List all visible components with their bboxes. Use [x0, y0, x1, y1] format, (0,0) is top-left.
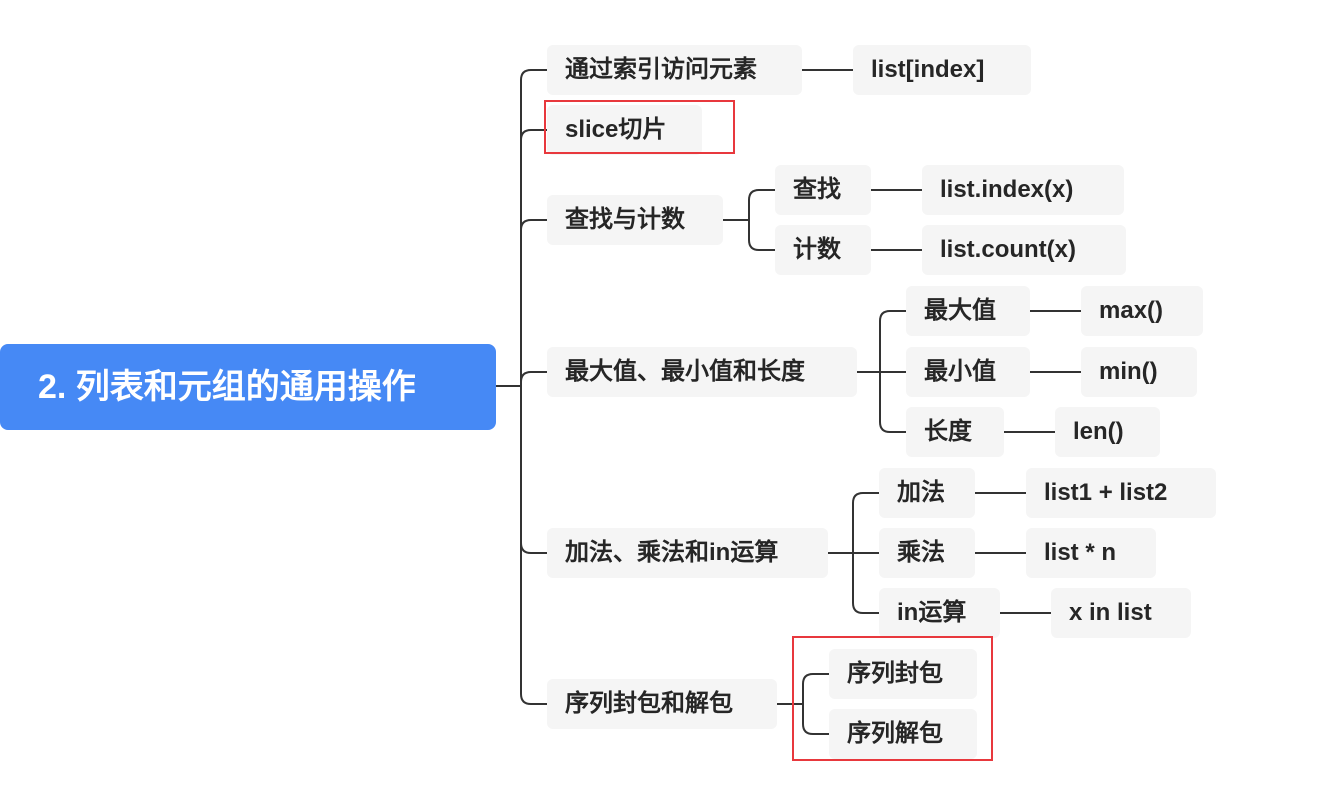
leaf-label: max() [1099, 297, 1164, 324]
branch-add-mul-in[interactable]: 加法、乘法和in运算 [547, 528, 828, 578]
subnode-label: 最大值 [924, 297, 996, 324]
leaf-label: len() [1073, 418, 1124, 445]
leaf-label: list1 + list2 [1044, 479, 1168, 506]
subnode-min[interactable]: 最小值 [906, 347, 1030, 397]
branch-label: 最大值、最小值和长度 [565, 358, 805, 385]
subnode-max[interactable]: 最大值 [906, 286, 1030, 336]
subnode-label: 序列解包 [847, 720, 943, 747]
branch-label: 通过索引访问元素 [565, 56, 757, 83]
branch-slice[interactable]: slice切片 [547, 105, 702, 155]
connector-minmax-bracket [879, 310, 906, 433]
leaf-list-index-x[interactable]: list.index(x) [922, 165, 1124, 215]
subnode-label: in运算 [897, 599, 967, 626]
branch-max-min-len[interactable]: 最大值、最小值和长度 [547, 347, 857, 397]
root-node-label: 2. 列表和元组的通用操作 [38, 368, 416, 406]
leaf-max[interactable]: max() [1081, 286, 1203, 336]
subnode-find[interactable]: 查找 [775, 165, 871, 215]
branch-label: 序列封包和解包 [565, 690, 733, 717]
subnode-label: 乘法 [897, 539, 945, 566]
leaf-min[interactable]: min() [1081, 347, 1197, 397]
connector-search-bracket [748, 189, 775, 251]
leaf-label: list.count(x) [940, 236, 1076, 263]
subnode-sequence-unpack[interactable]: 序列解包 [829, 709, 977, 759]
subnode-add[interactable]: 加法 [879, 468, 975, 518]
connector-branch-slice [520, 129, 547, 141]
subnode-label: 长度 [924, 418, 972, 445]
leaf-label: list[index] [871, 56, 985, 83]
leaf-list-add[interactable]: list1 + list2 [1026, 468, 1216, 518]
subnode-label: 最小值 [924, 358, 996, 385]
connector-ops-bracket [852, 492, 879, 614]
subnode-count[interactable]: 计数 [775, 225, 871, 275]
connector-branch-minmax [520, 371, 547, 383]
leaf-label: list.index(x) [940, 176, 1074, 203]
branch-pack-unpack[interactable]: 序列封包和解包 [547, 679, 777, 729]
branch-label: 查找与计数 [565, 206, 685, 233]
leaf-label: list * n [1044, 539, 1117, 566]
branch-search-count[interactable]: 查找与计数 [547, 195, 723, 245]
leaf-x-in-list[interactable]: x in list [1051, 588, 1191, 638]
leaf-len[interactable]: len() [1055, 407, 1160, 457]
connector-branch-ops [520, 542, 547, 554]
subnode-length[interactable]: 长度 [906, 407, 1004, 457]
branch-index-access[interactable]: 通过索引访问元素 [547, 45, 802, 95]
subnode-label: 序列封包 [847, 660, 943, 687]
subnode-multiply[interactable]: 乘法 [879, 528, 975, 578]
subnode-label: 加法 [897, 479, 945, 506]
connector-pack-bracket [802, 673, 829, 735]
branch-label: slice切片 [565, 116, 667, 143]
leaf-list-index[interactable]: list[index] [853, 45, 1031, 95]
root-node[interactable]: 2. 列表和元组的通用操作 [0, 344, 496, 430]
connector-branch-search [520, 219, 547, 231]
subnode-sequence-pack[interactable]: 序列封包 [829, 649, 977, 699]
leaf-list-count-x[interactable]: list.count(x) [922, 225, 1126, 275]
subnode-label: 查找 [793, 176, 841, 203]
connector-trunk [520, 69, 547, 705]
leaf-list-multiply[interactable]: list * n [1026, 528, 1156, 578]
subnode-label: 计数 [793, 236, 841, 263]
leaf-label: x in list [1069, 599, 1152, 626]
mindmap-canvas: 2. 列表和元组的通用操作 通过索引访问元素 list[index] slice… [0, 0, 1337, 790]
branch-label: 加法、乘法和in运算 [565, 539, 779, 566]
leaf-label: min() [1099, 358, 1158, 385]
subnode-in-operation[interactable]: in运算 [879, 588, 1000, 638]
